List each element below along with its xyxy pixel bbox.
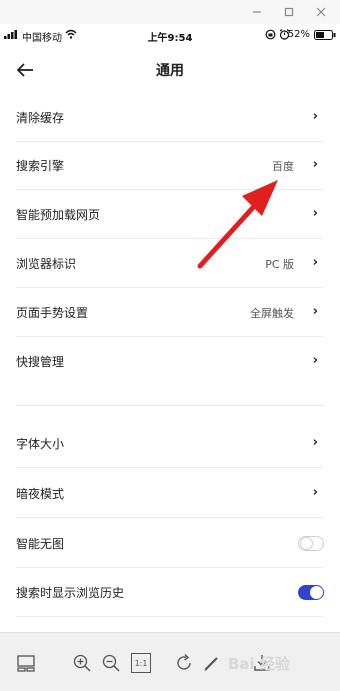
battery-percent: 52% — [287, 29, 310, 40]
setting-page-gesture[interactable]: 页面手势设置 全屏触发 › — [16, 289, 324, 337]
setting-clear-cache[interactable]: 清除缓存 › — [16, 94, 324, 142]
setting-label: 快搜管理 — [16, 355, 65, 369]
edit-icon[interactable] — [202, 653, 222, 673]
viewer-toolbar: 1:1 Bai 经验 — [0, 632, 340, 691]
zoom-in-icon[interactable] — [72, 653, 92, 673]
setting-label: 暗夜模式 — [16, 487, 65, 501]
setting-label: 智能预加载网页 — [16, 208, 101, 222]
setting-show-history: 搜索时显示浏览历史 — [16, 569, 324, 617]
show-history-toggle[interactable] — [298, 585, 324, 600]
setting-label: 字体大小 — [16, 437, 65, 451]
chevron-right-icon: › — [312, 255, 318, 270]
battery-icon — [314, 30, 336, 40]
chevron-right-icon: › — [312, 157, 318, 172]
chevron-right-icon: › — [312, 435, 318, 450]
layout-icon[interactable] — [16, 653, 36, 673]
minimize-icon[interactable] — [245, 3, 269, 21]
chevron-right-icon: › — [312, 206, 318, 221]
page-title: 通用 — [156, 63, 184, 79]
setting-label: 智能无图 — [16, 537, 65, 551]
annotation-arrow-icon — [197, 180, 278, 269]
setting-smart-no-image: 智能无图 — [16, 520, 324, 568]
chevron-right-icon: › — [312, 353, 318, 368]
zoom-out-icon[interactable] — [101, 653, 121, 673]
maximize-icon[interactable] — [277, 3, 301, 21]
setting-label: 页面手势设置 — [16, 306, 89, 320]
setting-label: 搜索引擎 — [16, 159, 65, 173]
setting-label: 浏览器标识 — [16, 257, 77, 271]
setting-value: 百度 — [272, 160, 294, 173]
phone-screen: 中国移动 上午9:54 52% 通用 清除缓存 › 搜索引擎 百度 › 智能预加… — [0, 24, 340, 691]
rotate-icon[interactable] — [174, 653, 194, 673]
page-header: 通用 — [0, 54, 340, 86]
setting-label: 搜索时显示浏览历史 — [16, 586, 125, 600]
rotation-lock-icon — [265, 29, 276, 40]
chevron-right-icon: › — [312, 109, 318, 124]
setting-value: 全屏触发 — [250, 307, 294, 320]
watermark: Bai 经验 — [228, 655, 290, 673]
chevron-right-icon: › — [312, 304, 318, 319]
no-image-toggle[interactable] — [298, 536, 324, 551]
section-divider — [16, 376, 324, 406]
status-bar: 中国移动 上午9:54 52% — [0, 24, 340, 46]
chevron-right-icon: › — [312, 485, 318, 500]
window-titlebar — [0, 0, 340, 24]
setting-font-size[interactable]: 字体大小 › — [16, 420, 324, 468]
close-icon[interactable] — [309, 3, 333, 21]
setting-label: 清除缓存 — [16, 111, 65, 125]
actual-size-icon[interactable]: 1:1 — [131, 653, 151, 673]
setting-dark-mode[interactable]: 暗夜模式 › — [16, 470, 324, 518]
